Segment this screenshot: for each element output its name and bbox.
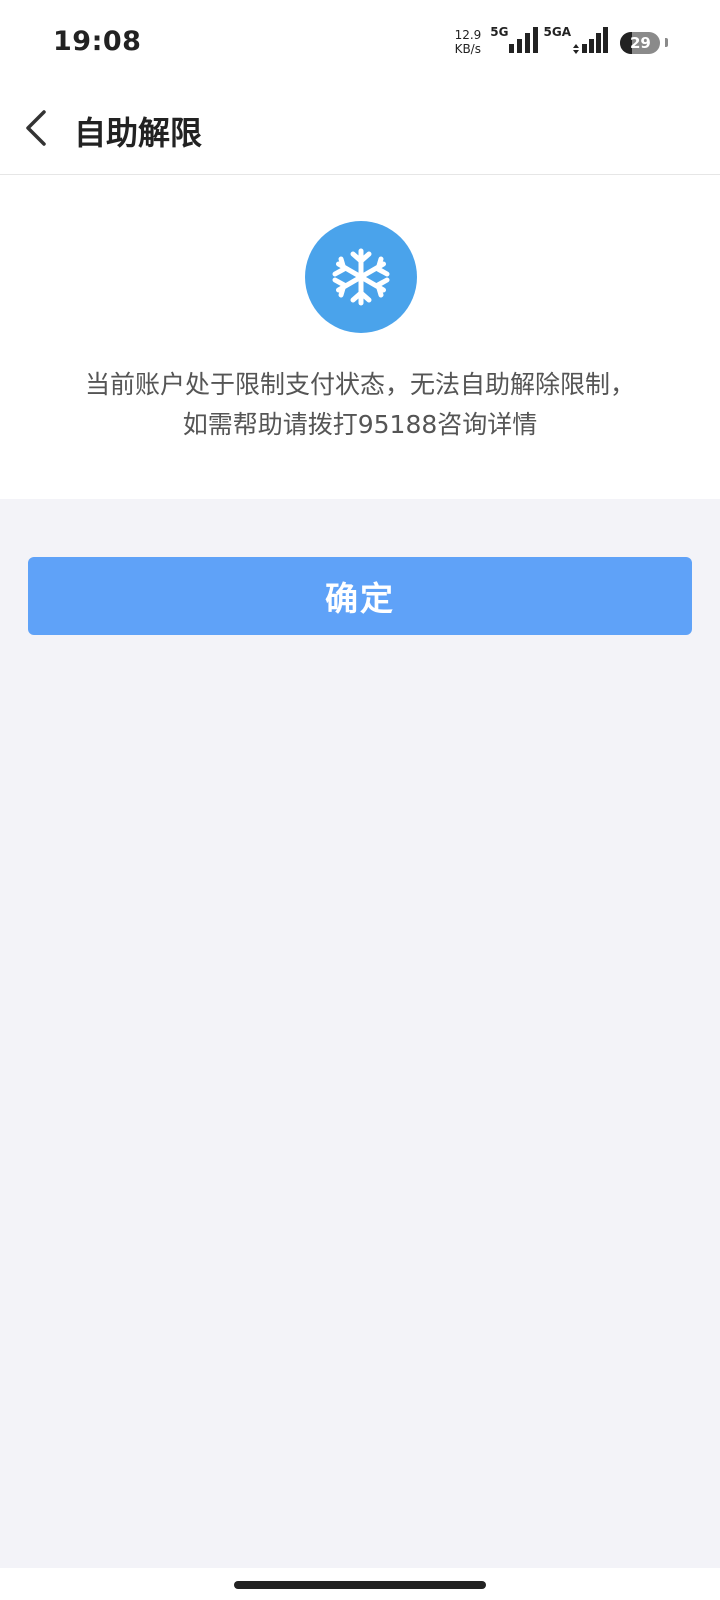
signal-label-1: 5G bbox=[490, 25, 509, 39]
battery-tip bbox=[665, 38, 668, 47]
snowflake-icon bbox=[305, 221, 417, 333]
signal-label-2: 5GA bbox=[543, 25, 572, 39]
confirm-button[interactable]: 确定 bbox=[28, 557, 692, 635]
chevron-left-icon bbox=[26, 110, 46, 146]
page-title: 自助解限 bbox=[74, 114, 203, 152]
battery-level: 29 bbox=[630, 34, 651, 52]
restriction-message: 当前账户处于限制支付状态，无法自助解除限制， 如需帮助请拨打95188咨询详情 bbox=[40, 365, 680, 445]
signal-group-2: 5GA bbox=[544, 26, 610, 54]
battery-icon: 29 bbox=[620, 32, 660, 54]
back-button[interactable] bbox=[14, 104, 62, 152]
home-indicator[interactable] bbox=[234, 1581, 486, 1589]
network-speed-unit: KB/s bbox=[454, 42, 481, 56]
status-bar: 19:08 12.9 KB/s 5G 5GA 29 bbox=[0, 0, 720, 88]
message-line-1: 当前账户处于限制支付状态，无法自助解除限制， bbox=[84, 370, 635, 399]
nav-bar: 自助解限 bbox=[0, 88, 720, 175]
status-time: 19:08 bbox=[53, 26, 142, 57]
status-indicators: 12.9 KB/s 5G 5GA 29 bbox=[455, 26, 668, 56]
network-speed: 12.9 KB/s bbox=[455, 28, 482, 56]
signal-bars-icon bbox=[508, 27, 538, 53]
info-card: 当前账户处于限制支付状态，无法自助解除限制， 如需帮助请拨打95188咨询详情 bbox=[0, 175, 720, 499]
signal-group-1: 5G bbox=[490, 26, 538, 54]
network-speed-value: 12.9 bbox=[454, 28, 482, 42]
message-line-2: 如需帮助请拨打95188咨询详情 bbox=[182, 410, 538, 439]
signal-bars-icon bbox=[573, 27, 608, 54]
